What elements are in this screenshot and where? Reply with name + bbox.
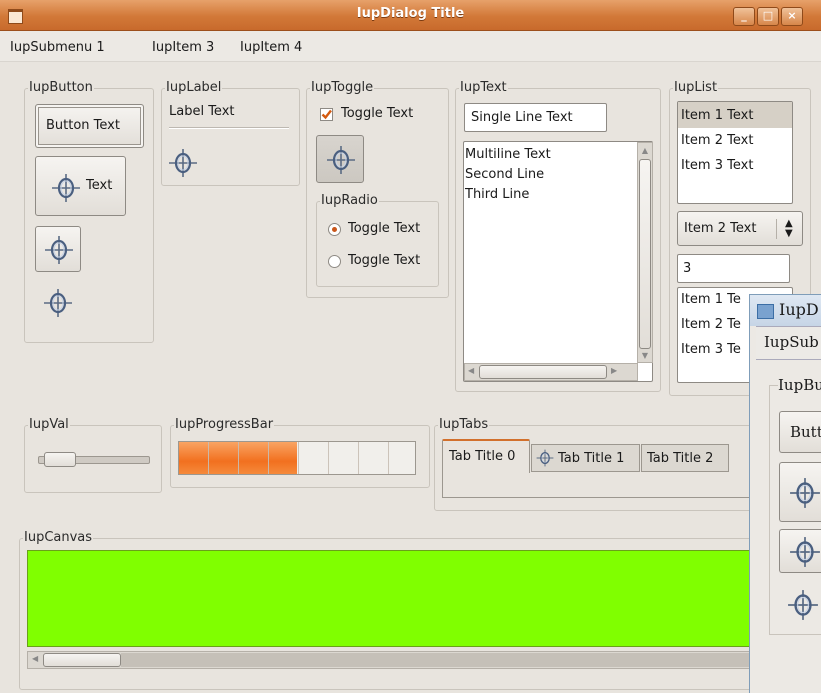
canvas-scroll-thumb[interactable] [43,653,121,667]
multiline-line-2: Second Line [465,167,545,182]
multiline-text-content: Multiline Text Second Line Third Line [465,145,551,205]
multiline-line-1: Multiline Text [465,147,551,162]
crosshair-icon [536,449,554,467]
second-text-button[interactable]: Butt [779,411,821,453]
second-button-frame-legend: IupBu [778,376,821,394]
updown-arrows-icon: ▲ ▼ [785,218,793,239]
list-item-3[interactable]: Item 3 Text [681,158,753,173]
second-window[interactable]: IupD IupSub IupBu Butt [749,294,821,693]
second-image-button-2[interactable] [779,529,821,573]
second-window-title: IupD [779,300,819,319]
horizontal-scrollbar[interactable]: ◀ ▶ [464,363,638,381]
button-frame-legend: IupButton [28,80,94,96]
text-frame-legend: IupText [459,80,508,96]
image-button[interactable] [35,226,81,272]
crosshair-icon [44,235,74,265]
label-separator [169,127,289,129]
window-title: IupDialog Title [356,6,465,21]
tab-0-label: Tab Title 0 [449,449,516,464]
radio-option-1[interactable] [328,223,341,236]
progress-bar [178,441,416,475]
tab-1-label: Tab Title 1 [558,451,625,466]
list3-item-2[interactable]: Item 2 Te [681,317,741,332]
toggle-label[interactable]: Toggle Text [341,106,413,121]
second-image-button[interactable] [779,462,821,522]
label-text: Label Text [169,104,235,119]
list3-item-3[interactable]: Item 3 Te [681,342,741,357]
radio-option-1-label[interactable]: Toggle Text [348,221,420,236]
tabs-frame-legend: IupTabs [438,417,490,433]
vertical-scroll-thumb[interactable] [639,159,651,349]
vertical-scrollbar[interactable]: ▲ ▼ [637,142,653,363]
image-toggle[interactable] [316,135,364,183]
image-text-button-label: Text [86,178,113,193]
val-slider-thumb[interactable] [44,452,77,467]
canvas-area[interactable] [27,550,757,647]
menu-item-3[interactable]: IupItem 3 [152,40,214,55]
toggle-checkbox[interactable] [320,108,333,121]
list-item-2[interactable]: Item 2 Text [681,133,753,148]
close-icon[interactable]: × [781,7,803,26]
text-button-label: Button Text [46,118,120,133]
spin-value: 3 [683,261,692,276]
crosshair-icon [326,145,356,175]
radio-frame-legend: IupRadio [320,193,379,209]
minimize-icon[interactable]: _ [733,7,755,26]
text-button[interactable]: Button Text [35,104,144,148]
canvas-horizontal-scrollbar[interactable]: ◀ [27,651,757,669]
spin-input[interactable]: 3 [677,254,790,283]
toggle-frame-legend: IupToggle [310,80,375,96]
crosshair-icon [168,148,198,178]
menu-submenu-1[interactable]: IupSubmenu 1 [10,40,105,55]
tab-0[interactable]: Tab Title 0 [442,439,530,473]
maximize-icon[interactable]: □ [757,7,779,26]
progress-frame-legend: IupProgressBar [174,417,275,433]
radio-frame: IupRadio [316,193,439,287]
second-text-button-label: Butt [790,423,821,441]
single-line-text-input[interactable]: Single Line Text [464,103,607,132]
dropdown-list[interactable]: Item 2 Text ▲ ▼ [677,211,803,246]
dropdown-value: Item 2 Text [684,221,757,236]
single-line-text-value: Single Line Text [471,110,573,125]
tab-1[interactable]: Tab Title 1 [531,444,640,472]
scroll-left-icon[interactable]: ◀ [468,366,474,375]
dropdown-divider [776,219,777,239]
canvas-scroll-trough [121,653,754,667]
tab-2-label: Tab Title 2 [647,451,714,466]
crosshair-icon [789,536,821,568]
second-window-menubar: IupSub [756,326,821,360]
crosshair-icon [51,173,81,203]
radio-option-2[interactable] [328,255,341,268]
list3-item-1[interactable]: Item 1 Te [681,292,741,307]
radio-option-2-label[interactable]: Toggle Text [348,253,420,268]
scroll-left-icon[interactable]: ◀ [32,654,38,663]
scroll-up-icon[interactable]: ▲ [640,146,650,156]
multiline-line-3: Third Line [465,187,530,202]
multiline-text-area[interactable]: Multiline Text Second Line Third Line ▲ … [463,141,653,382]
list-item-1[interactable]: Item 1 Text [681,108,753,123]
canvas-frame-legend: IupCanvas [23,530,94,546]
horizontal-scroll-thumb[interactable] [479,365,607,379]
menu-bar: IupSubmenu 1 IupItem 3 IupItem 4 [0,31,821,62]
tab-2[interactable]: Tab Title 2 [641,444,729,472]
list-box-1[interactable]: Item 1 Text Item 2 Text Item 3 Text [677,101,793,204]
val-frame-legend: IupVal [28,417,70,433]
crosshair-icon [789,477,821,509]
tab-content-panel [442,472,764,498]
scroll-down-icon[interactable]: ▼ [640,351,650,361]
crosshair-icon[interactable] [43,288,73,318]
crosshair-icon[interactable] [787,589,819,621]
second-menu-item[interactable]: IupSub [764,333,819,351]
label-frame-legend: IupLabel [165,80,223,96]
image-text-button[interactable]: Text [35,156,126,216]
list-frame-legend: IupList [673,80,719,96]
menu-item-4[interactable]: IupItem 4 [240,40,302,55]
app-icon [757,304,774,319]
scroll-right-icon[interactable]: ▶ [611,366,617,375]
